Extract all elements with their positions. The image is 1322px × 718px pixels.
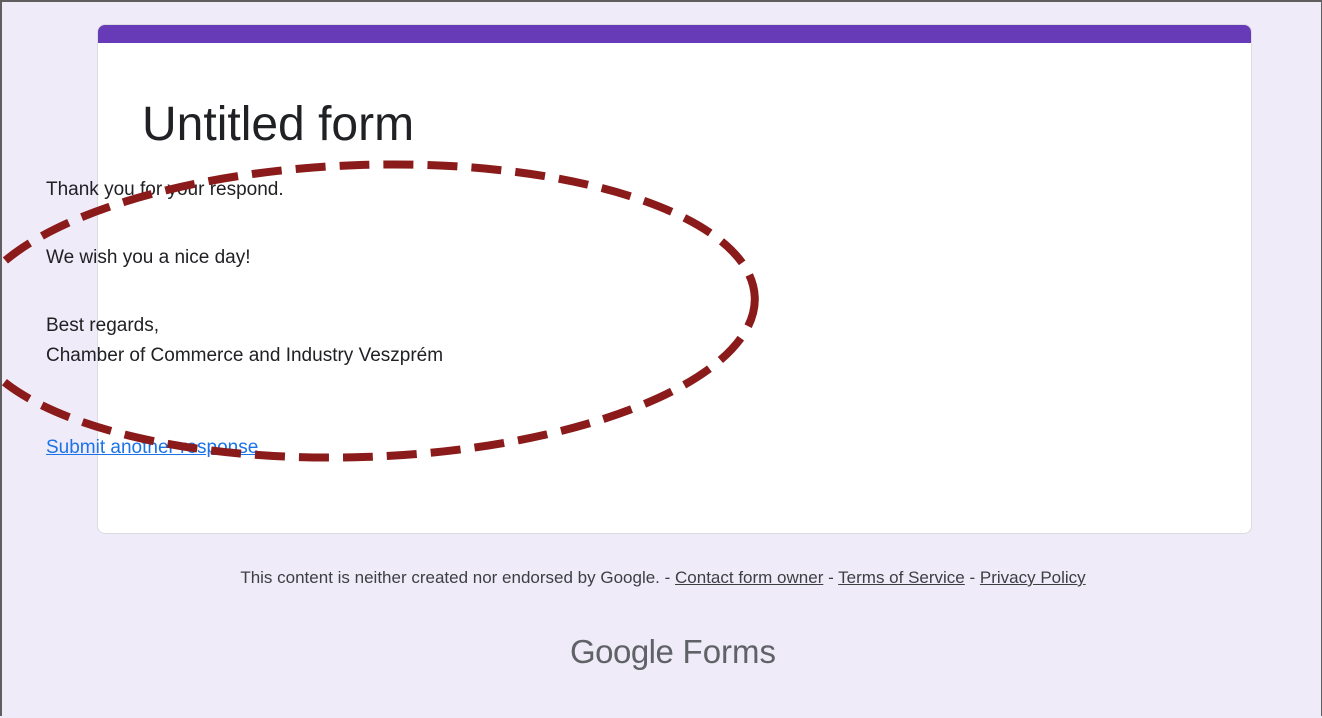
confirmation-line-signature: Chamber of Commerce and Industry Veszpré… <box>46 345 444 366</box>
contact-form-owner-link[interactable]: Contact form owner <box>675 568 823 587</box>
forms-wordmark: Forms <box>682 633 777 670</box>
footer-separator: - <box>659 568 676 587</box>
confirmation-line-wish: We wish you a nice day! <box>46 247 251 268</box>
submit-another-response-link[interactable]: Submit another response <box>46 436 258 460</box>
confirmation-line-regards: Best regards, <box>46 315 159 336</box>
footer-disclaimer: This content is neither created nor endo… <box>240 568 660 587</box>
footer-separator: - <box>964 568 980 587</box>
form-title: Untitled form <box>142 98 415 151</box>
privacy-policy-link[interactable]: Privacy Policy <box>980 568 1086 587</box>
google-forms-logo[interactable]: Google Forms <box>2 632 1322 672</box>
form-card: Untitled form <box>97 24 1252 534</box>
footer-separator: - <box>823 568 839 587</box>
confirmation-line-thanks: Thank you for your respond. <box>46 179 284 200</box>
footer-disclaimer-bar: This content is neither created nor endo… <box>2 567 1322 589</box>
form-accent-bar <box>98 25 1251 43</box>
google-wordmark: Google <box>569 633 674 670</box>
terms-of-service-link[interactable]: Terms of Service <box>838 568 965 587</box>
